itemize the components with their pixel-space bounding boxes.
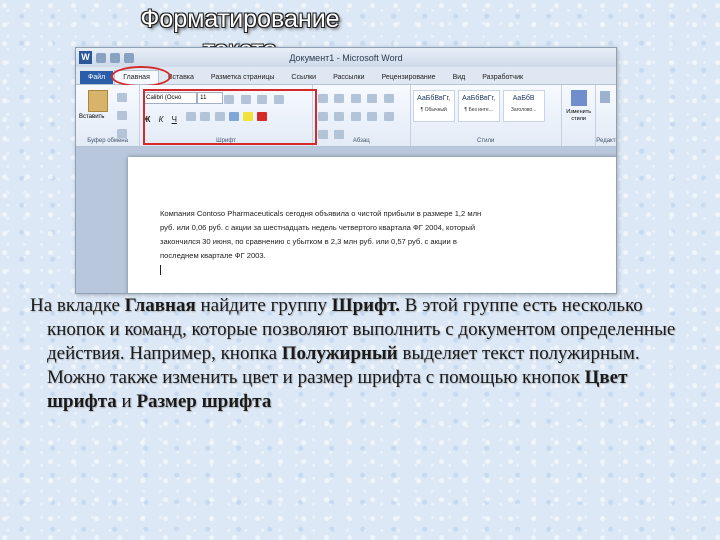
styles-group-label: Стили bbox=[477, 138, 495, 144]
word-screenshot: W Документ1 - Microsoft Word Файл Главна… bbox=[75, 47, 617, 294]
style-no-spacing[interactable]: АаБбВвГг, ¶ Без инте... bbox=[457, 90, 500, 122]
window-title: Документ1 - Microsoft Word bbox=[289, 52, 403, 63]
style-heading[interactable]: АаБбВ Заголово... bbox=[502, 90, 545, 122]
instruction-text-5: и bbox=[116, 391, 137, 412]
save-icon[interactable] bbox=[96, 52, 106, 63]
change-styles-group: Изменить стили bbox=[562, 85, 597, 146]
paragraph-group: Абзац bbox=[313, 85, 411, 146]
style-normal[interactable]: АаБбВвГг, ¶ Обычный bbox=[412, 90, 455, 122]
clipboard-group: Вставить Буфер обмена bbox=[76, 85, 141, 146]
numbering-icon[interactable] bbox=[334, 94, 345, 103]
document-line-1: Компания Contoso Pharmaceuticals сегодня… bbox=[160, 209, 482, 218]
style-heading-label: Заголово... bbox=[510, 107, 537, 113]
style-no-spacing-sample: АаБбВвГг, bbox=[462, 95, 496, 102]
style-heading-sample: АаБбВ bbox=[512, 95, 535, 102]
paste-icon[interactable] bbox=[88, 90, 108, 112]
align-left-icon[interactable] bbox=[334, 112, 345, 121]
instruction-bold-button: Полужирный bbox=[281, 343, 398, 364]
style-normal-label: ¶ Обычный bbox=[420, 107, 447, 113]
justify-icon[interactable] bbox=[383, 112, 394, 121]
align-right-icon[interactable] bbox=[367, 112, 378, 121]
document-line-4: последнем квартале ФГ 2003. bbox=[160, 251, 266, 260]
paste-button-label[interactable]: Вставить bbox=[79, 114, 104, 120]
instruction-text-1: На вкладке bbox=[30, 295, 125, 316]
text-caret bbox=[160, 265, 161, 275]
cut-icon[interactable] bbox=[117, 93, 127, 102]
word-logo-icon: W bbox=[79, 51, 92, 64]
tab-review[interactable]: Рецензирование bbox=[374, 71, 444, 84]
style-normal-sample: АаБбВвГг, bbox=[417, 95, 451, 102]
ribbon-tabs: Файл Главная Вставка Разметка страницы С… bbox=[76, 66, 616, 87]
document-area: Компания Contoso Pharmaceuticals сегодня… bbox=[76, 147, 616, 293]
instruction-paragraph: На вкладке Главная найдите группу Шрифт.… bbox=[30, 294, 690, 414]
word-titlebar: W Документ1 - Microsoft Word bbox=[76, 48, 616, 67]
clipboard-group-label: Буфер обмена bbox=[87, 138, 128, 144]
change-styles-label[interactable]: Изменить стили bbox=[563, 109, 595, 123]
tab-file[interactable]: Файл bbox=[80, 71, 114, 84]
document-text[interactable]: Компания Contoso Pharmaceuticals сегодня… bbox=[160, 207, 600, 280]
increase-indent-icon[interactable] bbox=[383, 94, 394, 103]
align-center-icon[interactable] bbox=[350, 112, 361, 121]
home-tab-highlight bbox=[111, 66, 171, 87]
tab-view[interactable]: Вид bbox=[445, 71, 474, 84]
bullets-icon[interactable] bbox=[317, 94, 328, 103]
font-group-highlight bbox=[143, 89, 317, 145]
paragraph-group-label: Абзац bbox=[352, 138, 370, 144]
editing-group-label: Редактир... bbox=[596, 138, 616, 144]
change-styles-icon[interactable] bbox=[570, 90, 587, 106]
instruction-home-tab: Главная bbox=[124, 295, 196, 316]
style-no-spacing-label: ¶ Без инте... bbox=[464, 107, 493, 113]
editing-group: Редактир... bbox=[596, 85, 616, 146]
sort-icon[interactable] bbox=[317, 112, 328, 121]
document-line-3: закончился 30 июня, по сравнению с убытк… bbox=[160, 237, 457, 246]
tab-developer[interactable]: Разработчик bbox=[474, 71, 531, 84]
instruction-text-2: найдите группу bbox=[195, 295, 332, 316]
document-line-2: руб. или 0,06 руб. с акции за шестнадцат… bbox=[160, 223, 476, 232]
redo-icon[interactable] bbox=[124, 52, 134, 63]
copy-icon[interactable] bbox=[117, 111, 127, 120]
find-icon[interactable] bbox=[600, 91, 611, 103]
tab-page-layout[interactable]: Разметка страницы bbox=[203, 71, 283, 84]
undo-icon[interactable] bbox=[110, 52, 120, 63]
instruction-font-group: Шрифт. bbox=[331, 295, 400, 316]
styles-group: АаБбВвГг, ¶ Обычный АаБбВвГг, ¶ Без инте… bbox=[411, 85, 562, 146]
document-page[interactable]: Компания Contoso Pharmaceuticals сегодня… bbox=[128, 157, 616, 293]
slide-title-line1: Форматирование bbox=[140, 5, 340, 33]
multilevel-list-icon[interactable] bbox=[350, 94, 361, 103]
tab-mailings[interactable]: Рассылки bbox=[325, 71, 372, 84]
decrease-indent-icon[interactable] bbox=[367, 94, 378, 103]
tab-references[interactable]: Ссылки bbox=[283, 71, 324, 84]
format-painter-icon[interactable] bbox=[117, 129, 127, 138]
instruction-font-size: Размер шрифта bbox=[136, 391, 272, 412]
instruction-text: На вкладке Главная найдите группу Шрифт.… bbox=[30, 294, 690, 414]
